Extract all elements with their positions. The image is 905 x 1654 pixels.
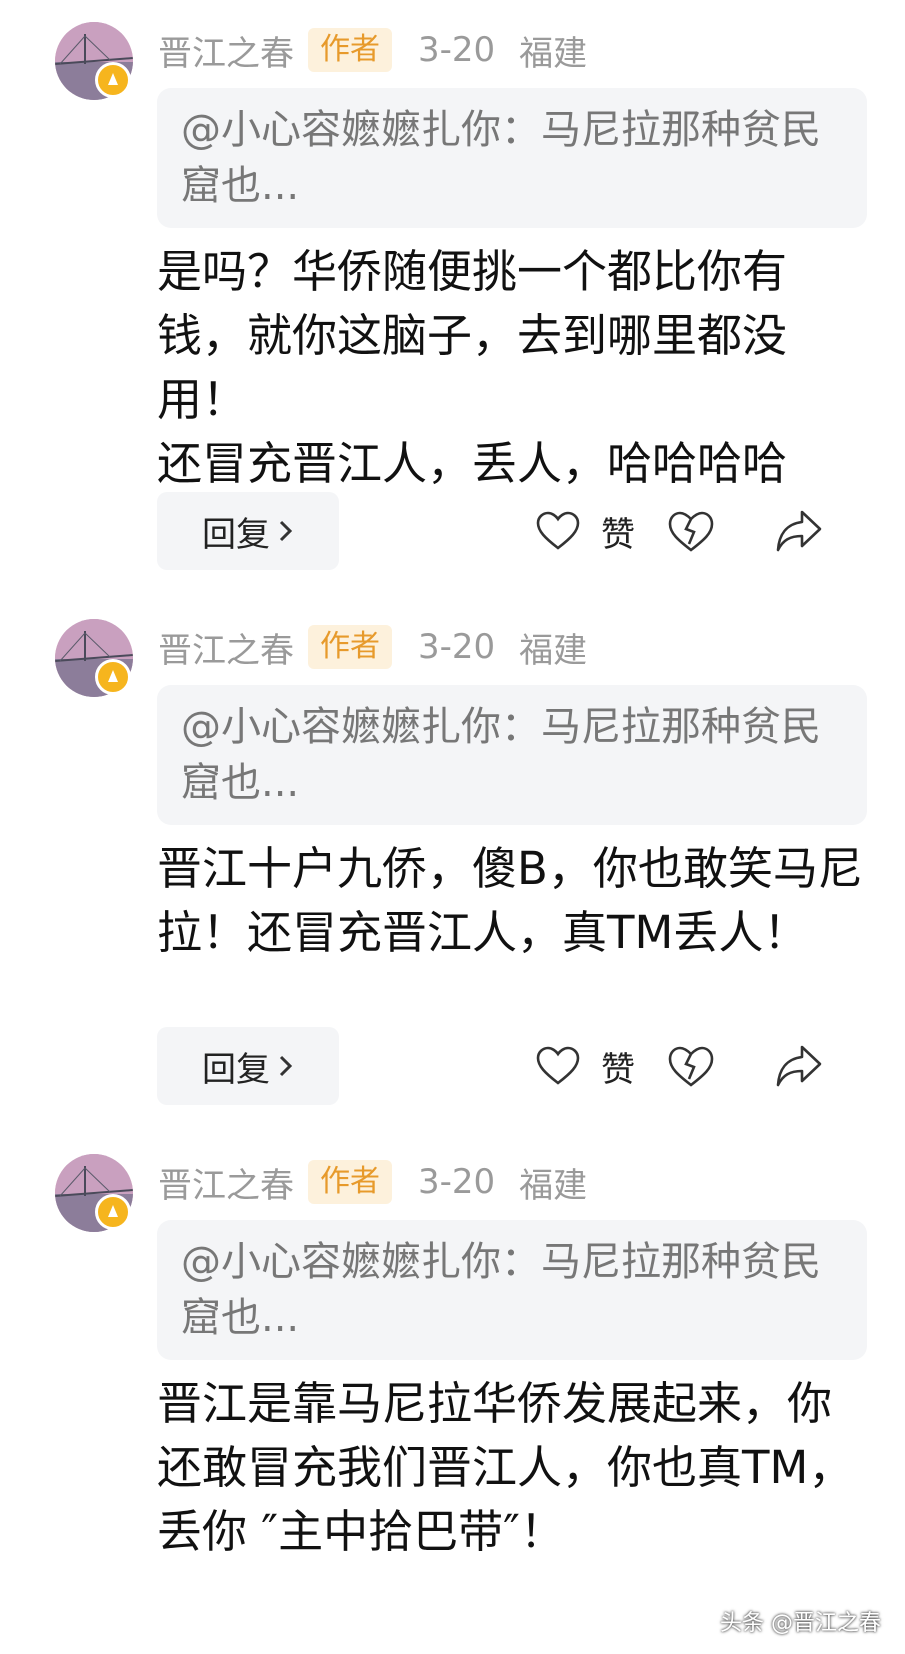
reply-button[interactable]: 回复 [157, 492, 339, 570]
comment-date: 3-20 [418, 627, 496, 667]
like-button[interactable]: 赞 [535, 500, 635, 562]
reply-label: 回复 [202, 514, 270, 555]
share-icon[interactable] [772, 1039, 826, 1093]
broken-heart-icon[interactable] [664, 504, 718, 558]
comment-body: 晋江十户九侨，傻B，你也敢笑马尼拉！还冒充晋江人，真TM丢人！ [157, 842, 863, 959]
comment-body: 晋江是靠马尼拉华侨发展起来，你还敢冒充我们晋江人，你也真TM，丢你 ″主中拾巴带… [157, 1377, 854, 1558]
chevron-right-icon [279, 1055, 293, 1077]
comment-date: 3-20 [418, 1162, 496, 1202]
quoted-comment[interactable]: @小心容嬷嬷扎你：马尼拉那种贫民窟也... [157, 1220, 867, 1360]
verified-badge-icon [95, 1194, 131, 1230]
like-label: 赞 [601, 514, 635, 555]
broken-heart-icon[interactable] [664, 1039, 718, 1093]
verified-badge-icon [95, 62, 131, 98]
comment-actions: 回复 赞 [0, 492, 905, 572]
comment-meta: 晋江之春 作者 3-20 福建 [158, 1158, 587, 1206]
comment-meta: 晋江之春 作者 3-20 福建 [158, 623, 587, 671]
comment-actions: 回复 赞 [0, 1027, 905, 1107]
like-button[interactable]: 赞 [535, 1035, 635, 1097]
quoted-comment[interactable]: @小心容嬷嬷扎你：马尼拉那种贫民窟也... [157, 88, 867, 228]
author-name[interactable]: 晋江之春 [158, 623, 294, 672]
comment-meta: 晋江之春 作者 3-20 福建 [158, 26, 587, 74]
author-name[interactable]: 晋江之春 [158, 1158, 294, 1207]
reply-button[interactable]: 回复 [157, 1027, 339, 1105]
avatar[interactable] [55, 1154, 133, 1232]
share-icon[interactable] [772, 504, 826, 558]
quoted-comment[interactable]: @小心容嬷嬷扎你：马尼拉那种贫民窟也... [157, 685, 867, 825]
heart-icon [536, 511, 580, 550]
comment-location: 福建 [519, 33, 588, 74]
watermark: 头条 @晋江之春 [720, 1611, 881, 1636]
chevron-right-icon [279, 520, 293, 542]
comment-date: 3-20 [418, 30, 496, 70]
comment-location: 福建 [519, 630, 588, 671]
comment-body: 是吗？华侨随便挑一个都比你有钱，就你这脑子，去到哪里都没用！ 还冒充晋江人，丢人… [157, 245, 788, 490]
author-badge: 作者 [308, 28, 392, 72]
avatar[interactable] [55, 22, 133, 100]
author-badge: 作者 [308, 625, 392, 669]
reply-label: 回复 [202, 1049, 270, 1090]
avatar[interactable] [55, 619, 133, 697]
comment-location: 福建 [519, 1165, 588, 1206]
heart-icon [536, 1046, 580, 1085]
verified-badge-icon [95, 659, 131, 695]
author-badge: 作者 [308, 1160, 392, 1204]
author-name[interactable]: 晋江之春 [158, 26, 294, 75]
like-label: 赞 [601, 1049, 635, 1090]
